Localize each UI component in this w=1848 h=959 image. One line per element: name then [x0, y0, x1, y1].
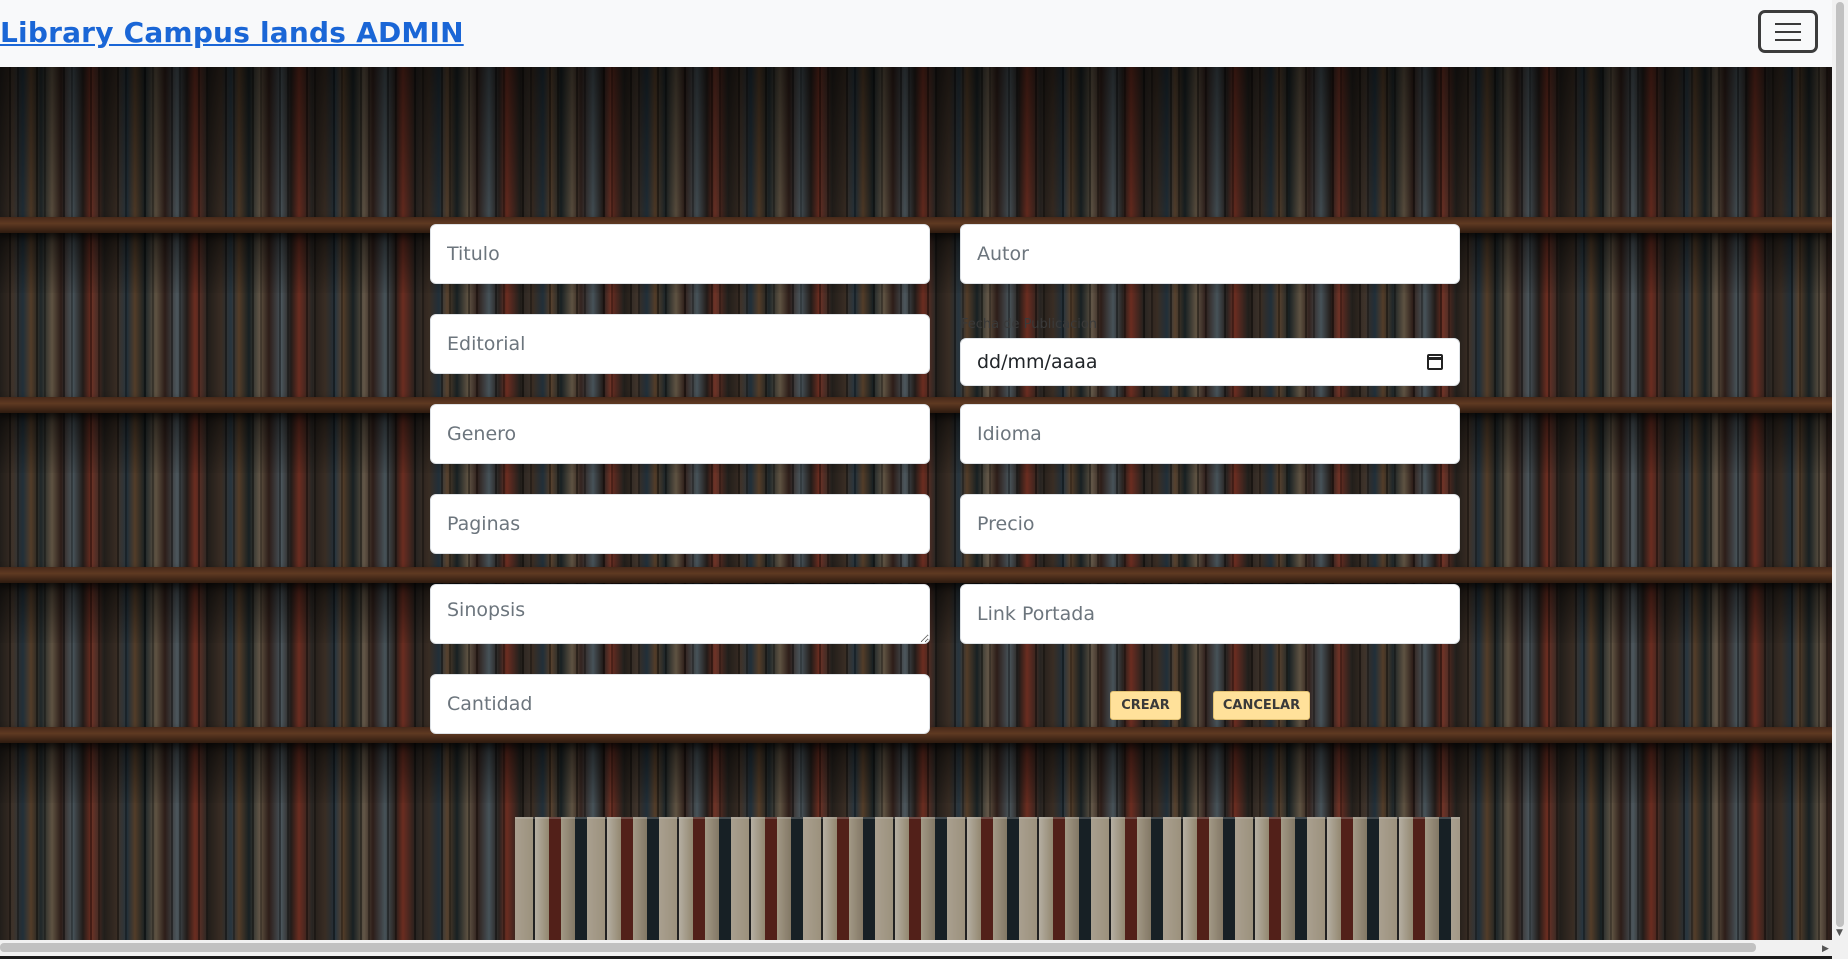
scroll-down-arrow-icon[interactable]: ▼: [1836, 929, 1844, 938]
vertical-scroll-thumb[interactable]: [1836, 2, 1844, 927]
hamburger-menu-icon: [1775, 30, 1801, 33]
brand-link[interactable]: Library Campus lands ADMIN: [0, 16, 464, 49]
cantidad-input[interactable]: [430, 674, 930, 734]
scroll-right-arrow-icon[interactable]: ▶: [1822, 944, 1829, 954]
cancelar-button[interactable]: CANCELAR: [1213, 691, 1310, 720]
fecha-publicacion-input[interactable]: dd/mm/aaaa: [960, 338, 1460, 386]
horizontal-scroll-thumb[interactable]: [0, 943, 1756, 952]
hamburger-menu-icon: [1775, 22, 1801, 25]
hamburger-menu-icon: [1775, 38, 1801, 41]
fecha-publicacion-value: dd/mm/aaaa: [977, 351, 1098, 373]
sinopsis-textarea[interactable]: [430, 584, 930, 644]
link-portada-input[interactable]: [960, 584, 1460, 644]
genero-input[interactable]: [430, 404, 930, 464]
fecha-publicacion-label: Fecha de Publicacion: [961, 317, 1098, 332]
titulo-input[interactable]: [430, 224, 930, 284]
calendar-icon[interactable]: [1427, 354, 1443, 370]
navbar-toggle-button[interactable]: [1758, 10, 1818, 53]
crear-button[interactable]: CREAR: [1110, 691, 1181, 720]
editorial-input[interactable]: [430, 314, 930, 374]
navbar: Library Campus lands ADMIN: [0, 0, 1832, 67]
paginas-input[interactable]: [430, 494, 930, 554]
autor-input[interactable]: [960, 224, 1460, 284]
precio-input[interactable]: [960, 494, 1460, 554]
idioma-input[interactable]: [960, 404, 1460, 464]
